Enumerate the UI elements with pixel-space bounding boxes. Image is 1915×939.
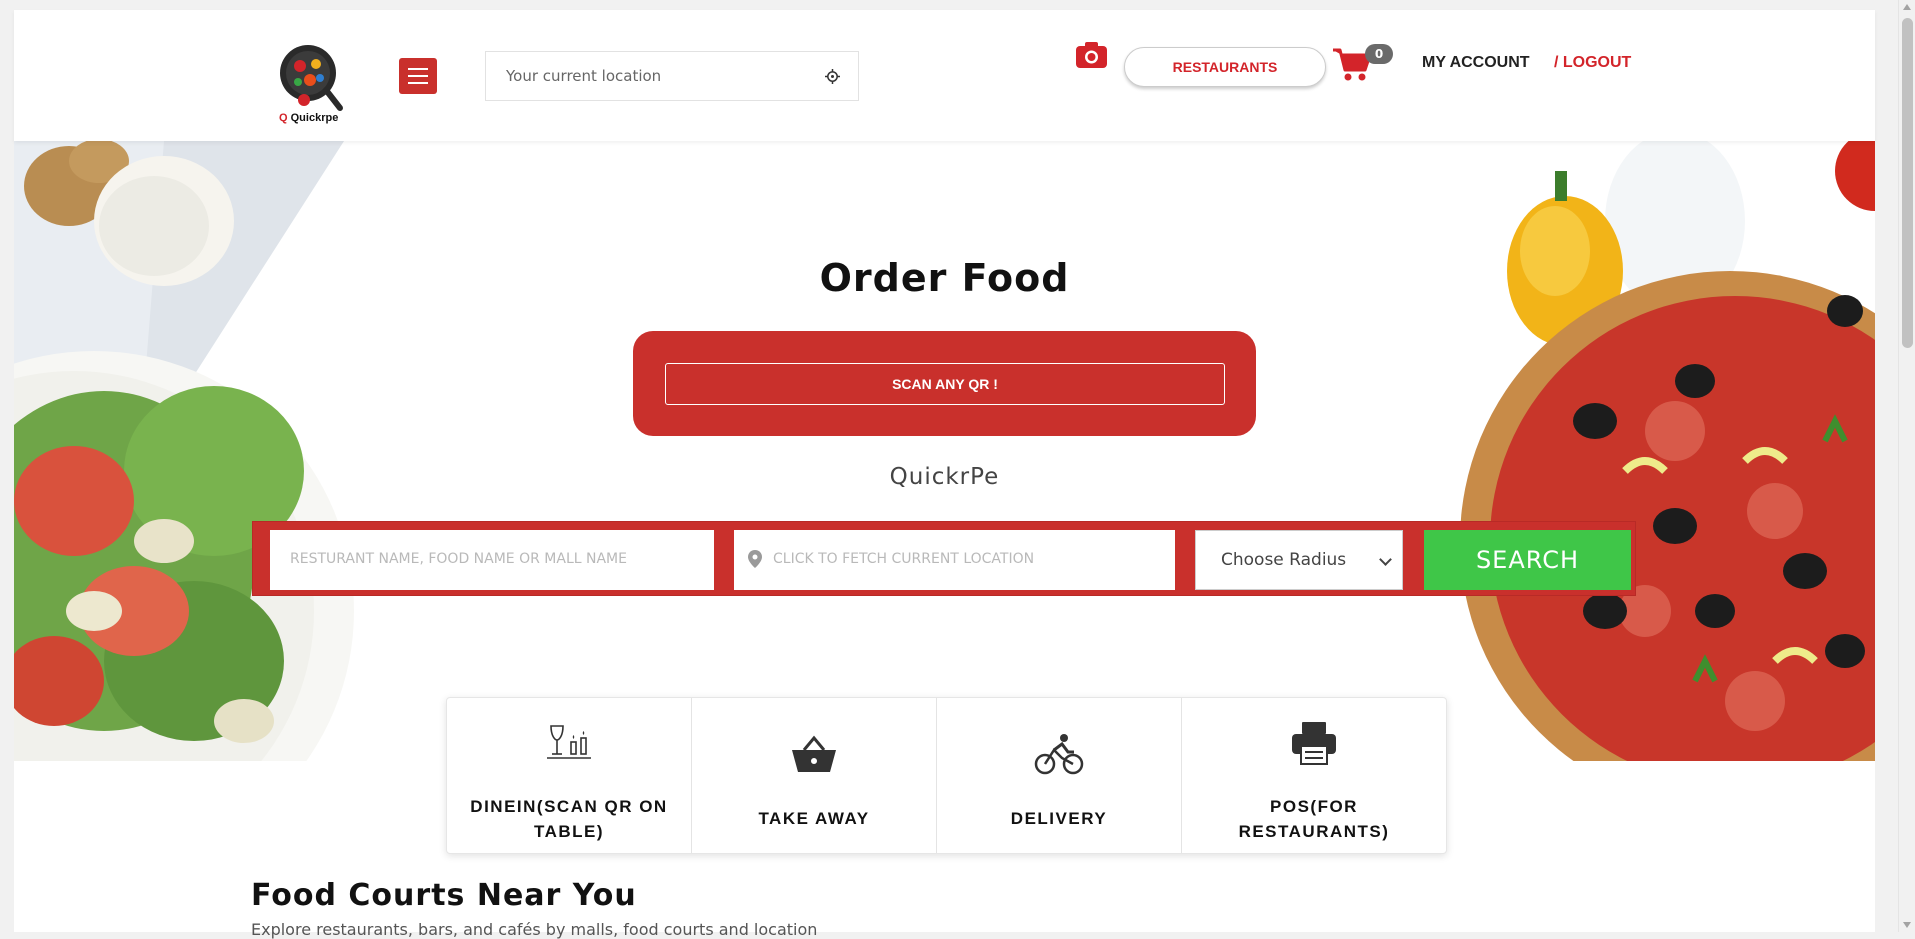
hamburger-menu-button[interactable] [399, 58, 437, 94]
service-delivery[interactable]: DELIVERY [937, 698, 1182, 853]
location-search-input[interactable] [771, 550, 1151, 568]
hero-title: Order Food [819, 256, 1070, 300]
scan-qr-button[interactable]: SCAN ANY QR ! [665, 363, 1225, 405]
logout-link[interactable]: / LOGOUT [1554, 54, 1631, 72]
radius-select[interactable]: Choose Radius [1195, 530, 1403, 590]
service-dinein[interactable]: DINEIN(SCAN QR ON TABLE) [447, 698, 692, 853]
logo-text: Q Quickrpe [279, 112, 339, 124]
site-header: Q Quickrpe RESTAURANTS [14, 10, 1875, 141]
service-delivery-label: DELIVERY [1010, 809, 1108, 828]
scroll-up-icon[interactable] [1903, 4, 1911, 10]
scroll-down-icon[interactable] [1903, 922, 1911, 928]
restaurant-search-field[interactable] [270, 530, 714, 590]
map-pin-icon [748, 550, 762, 568]
service-takeaway[interactable]: TAKE AWAY [692, 698, 937, 853]
page: Q Quickrpe RESTAURANTS [14, 10, 1875, 939]
current-location-field[interactable] [485, 51, 859, 101]
pizza-image [1460, 141, 1875, 761]
service-pos-label: POS(FOR RESTAURANTS) [1238, 797, 1390, 841]
services-bar: DINEIN(SCAN QR ON TABLE) TAKE AWAY DELIV… [446, 697, 1447, 854]
camera-icon[interactable] [1075, 40, 1108, 70]
dinein-icon [547, 725, 591, 759]
cart-count-badge: 0 [1365, 44, 1393, 64]
basket-icon [792, 735, 836, 772]
restaurant-search-input[interactable] [288, 550, 668, 568]
bicycle-icon [1034, 734, 1084, 775]
hero-section: Order Food SCAN ANY QR ! QuickrPe Choose… [14, 141, 1875, 761]
search-bar: Choose Radius SEARCH [252, 521, 1636, 596]
radius-select-value: Choose Radius [1221, 550, 1347, 570]
crosshair-icon[interactable] [825, 69, 840, 84]
vertical-scrollbar[interactable] [1898, 0, 1915, 932]
restaurants-button[interactable]: RESTAURANTS [1124, 47, 1326, 87]
location-search-field[interactable] [734, 530, 1175, 590]
chevron-down-icon [1379, 553, 1392, 566]
current-location-input[interactable] [504, 66, 804, 86]
scan-qr-panel: SCAN ANY QR ! [633, 331, 1256, 436]
food-courts-title: Food Courts Near You [251, 878, 637, 913]
printer-icon [1292, 722, 1336, 765]
service-takeaway-label: TAKE AWAY [758, 809, 870, 828]
scrollbar-thumb[interactable] [1902, 18, 1913, 348]
salad-plate-image [14, 141, 354, 761]
service-dinein-label: DINEIN(SCAN QR ON TABLE) [470, 797, 668, 841]
my-account-link[interactable]: MY ACCOUNT [1422, 54, 1530, 72]
service-pos[interactable]: POS(FOR RESTAURANTS) [1182, 698, 1446, 853]
brand-name: QuickrPe [889, 464, 1000, 490]
food-courts-subtitle: Explore restaurants, bars, and cafés by … [251, 920, 818, 939]
search-button[interactable]: SEARCH [1424, 530, 1631, 590]
